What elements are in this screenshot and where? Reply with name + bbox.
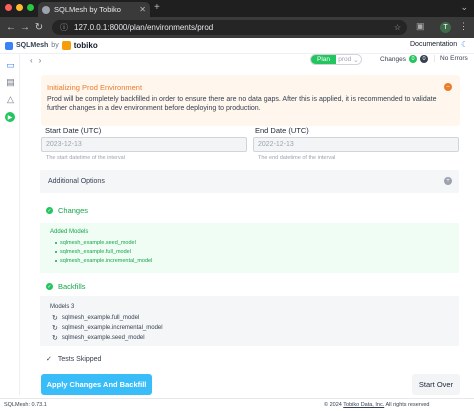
theme-toggle-moon-icon[interactable]: ☾ bbox=[461, 40, 468, 49]
tab-title: SQLMesh by Tobiko bbox=[54, 5, 121, 14]
start-over-button[interactable]: Start Over bbox=[412, 374, 460, 395]
expand-plus-icon: + bbox=[444, 177, 452, 185]
window-controls bbox=[5, 4, 34, 11]
check-circle-icon: ✓ bbox=[46, 283, 53, 290]
app-footer: SQLMesh: 0.73.1 © 2024 Tobiko Data, Inc.… bbox=[0, 398, 474, 411]
changes-label: Changes bbox=[380, 55, 407, 63]
tests-status: ✓ Tests Skipped bbox=[46, 355, 102, 364]
refresh-icon: ↻ bbox=[52, 335, 58, 342]
sidebar: ▭ ▤ △ ▶ bbox=[0, 54, 20, 395]
additional-options-label: Additional Options bbox=[48, 178, 105, 185]
end-date-help: The end datetime of the interval bbox=[258, 155, 336, 161]
backfill-model-item: ↻ sqlmesh_example.full_model bbox=[52, 315, 140, 322]
url-text: 127.0.0.1:8000/plan/environments/prod bbox=[74, 23, 214, 32]
start-date-help: The start datetime of the interval bbox=[46, 155, 125, 161]
favicon-icon bbox=[42, 5, 50, 14]
alert-title: Initializing Prod Environment bbox=[47, 83, 143, 92]
backfill-model-item: ↻ sqlmesh_example.incremental_model bbox=[52, 325, 163, 332]
backfills-panel: Models 3 ↻ sqlmesh_example.full_model ↻ sq… bbox=[40, 296, 459, 346]
brand-name: SQLMesh bbox=[16, 42, 49, 49]
files-folder-icon[interactable]: ▭ bbox=[5, 60, 16, 71]
sqlmesh-logo-icon bbox=[5, 41, 13, 50]
backfills-section-title: Backfills bbox=[58, 282, 86, 291]
changes-section-header[interactable]: ✓ Changes bbox=[46, 206, 88, 215]
brand-company: tobiko bbox=[73, 41, 98, 50]
added-model-item: sqlmesh_example.incremental_model bbox=[55, 258, 152, 264]
changes-indicator[interactable]: Changes 0 0 bbox=[380, 55, 429, 63]
changes-added-badge: 0 bbox=[409, 55, 418, 63]
backfills-section-header[interactable]: ✓ Backfills bbox=[46, 282, 86, 291]
chevron-right-icon[interactable]: › bbox=[39, 56, 42, 65]
refresh-icon: ↻ bbox=[52, 315, 58, 322]
app-header: SQLMesh by tobiko Documentation ☾ bbox=[0, 38, 474, 54]
reload-icon[interactable]: ↻ bbox=[32, 22, 46, 33]
plan-environment-selector[interactable]: Plan prod ⌄ bbox=[310, 54, 362, 65]
added-models-title: Added Models bbox=[50, 229, 89, 235]
maximize-window-button[interactable] bbox=[27, 4, 34, 11]
extensions-icon[interactable]: ▣ bbox=[416, 21, 425, 32]
prod-init-alert: Initializing Prod Environment Prod will … bbox=[41, 75, 460, 126]
site-info-icon[interactable]: ⓘ bbox=[60, 22, 68, 33]
close-tab-icon[interactable]: ✕ bbox=[139, 5, 146, 14]
changes-section-title: Changes bbox=[58, 206, 89, 215]
version-label: SQLMesh: 0.73.1 bbox=[4, 402, 47, 408]
tests-skipped-icon: ✓ bbox=[46, 356, 52, 363]
changes-removed-badge: 0 bbox=[420, 55, 429, 63]
apply-changes-button[interactable]: Apply Changes And Backfill bbox=[41, 374, 152, 395]
new-tab-icon[interactable]: + bbox=[154, 2, 160, 13]
close-window-button[interactable] bbox=[5, 4, 12, 11]
backfill-model-item: ↻ sqlmesh_example.seed_model bbox=[52, 335, 145, 342]
alert-close-icon[interactable]: – bbox=[444, 83, 452, 91]
url-field[interactable]: ⓘ 127.0.0.1:8000/plan/environments/prod … bbox=[52, 20, 407, 35]
end-date-label: End Date (UTC) bbox=[255, 126, 309, 135]
forward-icon[interactable]: → bbox=[18, 22, 32, 33]
bookmark-star-icon[interactable]: ☆ bbox=[394, 23, 401, 32]
documentation-link[interactable]: Documentation bbox=[410, 41, 457, 48]
start-date-label: Start Date (UTC) bbox=[45, 126, 102, 135]
browser-menu-icon[interactable]: ⋮ bbox=[459, 21, 468, 32]
backfill-models-count: Models 3 bbox=[50, 304, 75, 310]
tab-search-icon[interactable]: ⌄ bbox=[460, 2, 468, 13]
browser-tab[interactable]: SQLMesh by Tobiko ✕ bbox=[38, 2, 150, 17]
chevron-left-icon[interactable]: ‹ bbox=[30, 56, 33, 65]
start-date-input[interactable]: 2023-12-13 bbox=[41, 137, 247, 152]
plan-play-icon[interactable]: ▶ bbox=[5, 112, 15, 122]
brand[interactable]: SQLMesh by tobiko bbox=[5, 41, 98, 50]
app-window: SQLMesh by tobiko Documentation ☾ ▭ ▤ △ … bbox=[0, 38, 474, 411]
check-circle-icon: ✓ bbox=[46, 207, 53, 214]
environment-label: prod bbox=[338, 56, 352, 63]
environment-select[interactable]: prod ⌄ bbox=[336, 55, 361, 64]
chevron-down-icon: ⌄ bbox=[353, 56, 359, 64]
end-date-input[interactable]: 2022-12-13 bbox=[253, 137, 459, 152]
minimize-window-button[interactable] bbox=[16, 4, 23, 11]
added-model-item: sqlmesh_example.full_model bbox=[55, 249, 131, 255]
module-toolbar: ‹ › Plan prod ⌄ Changes 0 0 No Errors bbox=[20, 54, 474, 67]
company-link[interactable]: Tobiko Data, Inc. bbox=[343, 402, 384, 408]
copyright: © 2024 Tobiko Data, Inc. All rights rese… bbox=[324, 402, 430, 408]
back-icon[interactable]: ← bbox=[4, 22, 18, 33]
changes-panel: Added Models sqlmesh_example.seed_model … bbox=[40, 223, 459, 273]
tests-label: Tests Skipped bbox=[57, 355, 102, 363]
address-bar-row: ← → ↻ ⓘ 127.0.0.1:8000/plan/environments… bbox=[0, 17, 474, 38]
refresh-icon: ↻ bbox=[52, 325, 58, 332]
docs-file-icon[interactable]: ▤ bbox=[5, 77, 16, 88]
plan-button[interactable]: Plan bbox=[311, 55, 336, 64]
brand-by: by bbox=[51, 42, 59, 49]
errors-warning-icon[interactable]: △ bbox=[5, 94, 16, 105]
alert-body: Prod will be completely backfilled in or… bbox=[47, 96, 437, 112]
browser-tab-bar: SQLMesh by Tobiko ✕ + ⌄ bbox=[0, 0, 474, 17]
errors-status[interactable]: No Errors bbox=[434, 55, 468, 62]
profile-avatar[interactable]: T bbox=[440, 22, 451, 33]
tobiko-logo-icon bbox=[61, 41, 71, 50]
added-model-item: sqlmesh_example.seed_model bbox=[55, 240, 136, 246]
additional-options-toggle[interactable]: Additional Options + bbox=[40, 170, 459, 193]
